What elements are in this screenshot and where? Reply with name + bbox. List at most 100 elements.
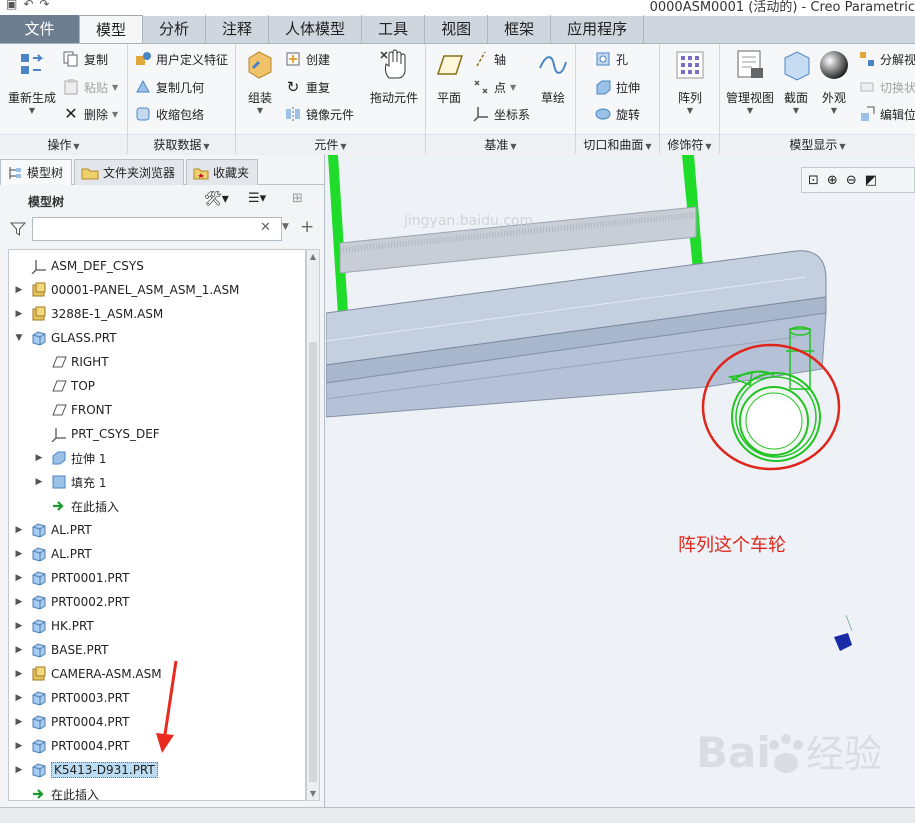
appearance-button[interactable]: 外观 ▼ bbox=[816, 48, 852, 116]
create-button[interactable]: 创建 bbox=[284, 48, 330, 70]
tab-model-tree[interactable]: 模型树 bbox=[0, 159, 73, 185]
hole-button[interactable]: 孔 bbox=[594, 48, 628, 70]
udf-button[interactable]: 用户定义特征 bbox=[134, 48, 228, 70]
tab-folder-browser[interactable]: 文件夹浏览器 bbox=[74, 159, 185, 185]
expand-icon[interactable]: ▶ bbox=[13, 645, 25, 655]
tab-applications[interactable]: 应用程序 bbox=[551, 15, 645, 43]
collapse-icon[interactable]: ▼ bbox=[13, 333, 25, 343]
group-label-modifiers[interactable]: 修饰符 ▼ bbox=[660, 134, 719, 154]
tree-row[interactable]: ▶ K5413-D931.PRT bbox=[9, 758, 305, 782]
zoom-out-icon[interactable]: ⊖ bbox=[846, 173, 857, 188]
expand-icon[interactable]: ▶ bbox=[13, 285, 25, 295]
tree-row[interactable]: 在此插入 bbox=[9, 782, 305, 800]
regenerate-button[interactable]: 重新生成 ▼ bbox=[4, 48, 60, 116]
assemble-button[interactable]: 组装 ▼ bbox=[240, 48, 280, 116]
graphics-viewport[interactable]: ⊡ ⊕ ⊖ ◩ 阵列这个车轮 Bai 经验 jingyan.baidu.com bbox=[326, 155, 915, 807]
zoom-in-icon[interactable]: ⊕ bbox=[827, 173, 838, 188]
tree-settings-icon[interactable]: 🛠▾ bbox=[204, 191, 229, 207]
axis-button[interactable]: 轴 bbox=[472, 48, 506, 70]
tree-row[interactable]: ▶ 填充 1 bbox=[9, 470, 305, 494]
pattern-button[interactable]: 阵列 ▼ bbox=[666, 48, 714, 116]
tab-model[interactable]: 模型 bbox=[80, 15, 144, 43]
group-label-components[interactable]: 元件 ▼ bbox=[236, 134, 425, 154]
chevron-down-icon[interactable]: ▼ bbox=[722, 106, 778, 116]
tree-row[interactable]: ▶ PRT0002.PRT bbox=[9, 590, 305, 614]
expand-icon[interactable]: ▶ bbox=[13, 693, 25, 703]
save-icon[interactable]: ▣ bbox=[6, 0, 17, 11]
expand-icon[interactable]: ▶ bbox=[13, 597, 25, 607]
tab-manikin[interactable]: 人体模型 bbox=[269, 15, 363, 43]
tree-row[interactable]: ▶ 3288E-1_ASM.ASM bbox=[9, 302, 305, 326]
scroll-down-icon[interactable]: ▼ bbox=[307, 789, 319, 798]
zoom-fit-icon[interactable]: ⊡ bbox=[808, 173, 819, 188]
tree-row[interactable]: 在此插入 bbox=[9, 494, 305, 518]
tab-analysis[interactable]: 分析 bbox=[143, 15, 207, 43]
chevron-down-icon[interactable]: ▼ bbox=[112, 83, 118, 92]
search-dropdown-icon[interactable]: ▼ bbox=[282, 222, 289, 232]
scroll-up-icon[interactable]: ▲ bbox=[307, 252, 319, 261]
tab-favorites[interactable]: 收藏夹 bbox=[186, 159, 259, 185]
exploded-view-button[interactable]: 分解视 bbox=[858, 48, 915, 70]
undo-icon[interactable]: ↶ bbox=[23, 0, 33, 11]
expand-icon[interactable]: ▶ bbox=[13, 669, 25, 679]
section-button[interactable]: 截面 ▼ bbox=[778, 48, 814, 116]
tree-row[interactable]: ▶ HK.PRT bbox=[9, 614, 305, 638]
tab-file[interactable]: 文件 bbox=[0, 15, 80, 43]
drag-components-button[interactable]: 拖动元件 bbox=[366, 48, 422, 106]
copy-geometry-button[interactable]: 复制几何 bbox=[134, 76, 204, 98]
tree-row[interactable]: TOP bbox=[9, 374, 305, 398]
tree-row[interactable]: ▶ 拉伸 1 bbox=[9, 446, 305, 470]
point-button[interactable]: 点 ▼ bbox=[472, 76, 516, 98]
chevron-down-icon[interactable]: ▼ bbox=[778, 106, 814, 116]
tree-row[interactable]: RIGHT bbox=[9, 350, 305, 374]
expand-icon[interactable]: ▶ bbox=[13, 765, 25, 775]
tree-columns-icon[interactable]: ☰▾ bbox=[248, 191, 266, 206]
add-filter-icon[interactable]: + bbox=[300, 217, 314, 237]
group-label-operations[interactable]: 操作 ▼ bbox=[0, 134, 127, 154]
expand-icon[interactable]: ▶ bbox=[33, 477, 45, 487]
group-label-cut-surface[interactable]: 切口和曲面 ▼ bbox=[576, 134, 659, 154]
shrinkwrap-button[interactable]: 收缩包络 bbox=[134, 103, 204, 125]
tab-framework[interactable]: 框架 bbox=[488, 15, 552, 43]
tree-row[interactable]: ▼ GLASS.PRT bbox=[9, 326, 305, 350]
delete-button[interactable]: ✕ 删除 ▼ bbox=[62, 103, 118, 125]
group-label-datum[interactable]: 基准 ▼ bbox=[426, 134, 575, 154]
redo-icon[interactable]: ↷ bbox=[39, 0, 49, 11]
extrude-button[interactable]: 拉伸 bbox=[594, 76, 640, 98]
scroll-thumb[interactable] bbox=[309, 342, 317, 782]
clear-search-icon[interactable]: ✕ bbox=[260, 220, 271, 235]
expand-icon[interactable]: ▶ bbox=[13, 573, 25, 583]
tree-row[interactable]: ▶ AL.PRT bbox=[9, 518, 305, 542]
revolve-button[interactable]: 旋转 bbox=[594, 103, 640, 125]
edit-position-button[interactable]: 编辑位 bbox=[858, 103, 915, 125]
repaint-icon[interactable]: ◩ bbox=[865, 173, 877, 188]
chevron-down-icon[interactable]: ▼ bbox=[816, 106, 852, 116]
tree-scrollbar[interactable]: ▲ ▼ bbox=[306, 249, 320, 801]
chevron-down-icon[interactable]: ▼ bbox=[112, 110, 118, 119]
repeat-button[interactable]: ↻ 重复 bbox=[284, 76, 330, 98]
chevron-down-icon[interactable]: ▼ bbox=[666, 106, 714, 116]
expand-icon[interactable]: ▶ bbox=[13, 621, 25, 631]
sketch-button[interactable]: 草绘 bbox=[534, 48, 572, 106]
chevron-down-icon[interactable]: ▼ bbox=[510, 83, 516, 92]
tab-view[interactable]: 视图 bbox=[425, 15, 489, 43]
tab-tools[interactable]: 工具 bbox=[362, 15, 426, 43]
chevron-down-icon[interactable]: ▼ bbox=[240, 106, 280, 116]
mirror-component-button[interactable]: 镜像元件 bbox=[284, 103, 354, 125]
plane-button[interactable]: 平面 bbox=[430, 48, 468, 106]
tree-row[interactable]: ▶ 00001-PANEL_ASM_ASM_1.ASM bbox=[9, 278, 305, 302]
paste-button[interactable]: 粘贴 ▼ bbox=[62, 76, 118, 98]
tree-row[interactable]: ▶ AL.PRT bbox=[9, 542, 305, 566]
group-label-get-data[interactable]: 获取数据 ▼ bbox=[128, 134, 235, 154]
expand-icon[interactable]: ▶ bbox=[33, 453, 45, 463]
tree-row[interactable]: PRT_CSYS_DEF bbox=[9, 422, 305, 446]
tree-filter-settings-icon[interactable]: ⊞ bbox=[292, 191, 303, 206]
copy-button[interactable]: 复制 bbox=[62, 48, 108, 70]
group-label-model-display[interactable]: 模型显示 ▼ bbox=[720, 134, 915, 154]
expand-icon[interactable]: ▶ bbox=[13, 717, 25, 727]
chevron-down-icon[interactable]: ▼ bbox=[4, 106, 60, 116]
tab-annotate[interactable]: 注释 bbox=[206, 15, 270, 43]
tree-search-input[interactable] bbox=[32, 217, 282, 241]
expand-icon[interactable]: ▶ bbox=[13, 549, 25, 559]
csys-button[interactable]: 坐标系 bbox=[472, 103, 530, 125]
